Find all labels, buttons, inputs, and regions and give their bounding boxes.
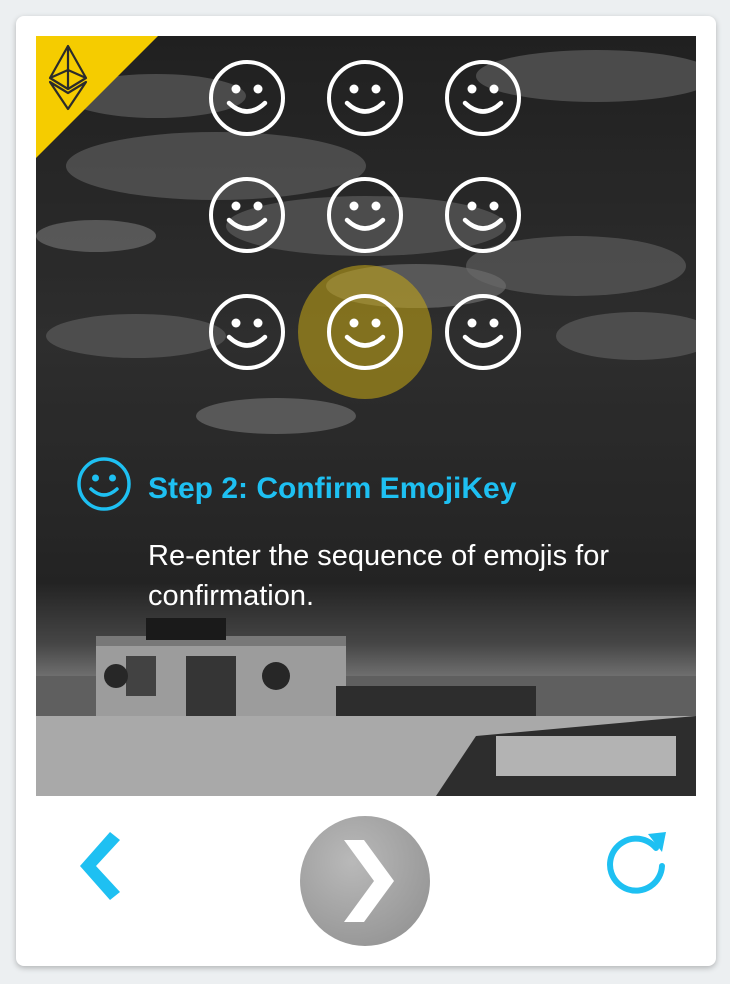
smiley-face-icon [445,294,521,370]
emoji-key-4[interactable] [207,175,287,255]
chevron-left-icon [80,832,120,900]
background-photo: Step 2: Confirm EmojiKey Re-enter the se… [36,36,696,796]
emoji-key-9[interactable] [443,292,523,372]
emojikey-card: Step 2: Confirm EmojiKey Re-enter the se… [16,16,716,966]
refresh-button[interactable] [600,824,672,896]
emoji-key-7[interactable] [207,292,287,372]
smiley-face-icon [209,177,285,253]
step-description: Re-enter the sequence of emojis for conf… [148,540,610,612]
refresh-icon [607,832,666,894]
smiley-face-icon [327,177,403,253]
emoji-key-1[interactable] [207,58,287,138]
smiley-face-icon [327,294,403,370]
chevron-right-icon [344,840,394,922]
emoji-key-6[interactable] [443,175,523,255]
next-button[interactable] [300,816,430,946]
smiley-face-icon [445,60,521,136]
back-button[interactable] [72,828,126,904]
smiley-face-icon [327,60,403,136]
smiley-face-icon [209,60,285,136]
emoji-key-5[interactable] [325,175,405,255]
step-smiley-icon [77,457,131,511]
emoji-key-2[interactable] [325,58,405,138]
smiley-face-icon [209,294,285,370]
emoji-key-3[interactable] [443,58,523,138]
emoji-grid [36,36,696,796]
emoji-key-8[interactable] [325,292,405,372]
smiley-face-icon [445,177,521,253]
step-title: Step 2: Confirm EmojiKey [148,472,517,505]
